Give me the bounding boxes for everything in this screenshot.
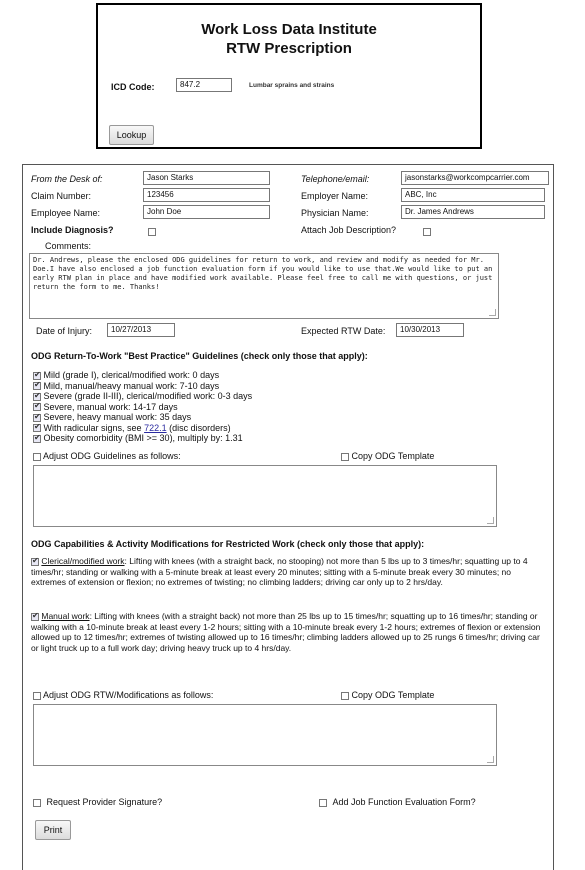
attach-job-label: Attach Job Description?: [301, 225, 397, 235]
telephone-field[interactable]: jasonstarks@workcompcarrier.com: [401, 171, 549, 185]
employer-field[interactable]: ABC, Inc: [401, 188, 545, 202]
request-signature-checkbox[interactable]: [33, 798, 41, 807]
manual-work-text: : Lifting with knees (with a straight ba…: [31, 611, 541, 653]
guideline-item[interactable]: Severe, manual work: 14-17 days: [33, 401, 178, 413]
attach-job-checkbox[interactable]: [422, 227, 431, 236]
guidelines-heading: ODG Return-To-Work "Best Practice" Guide…: [31, 351, 368, 361]
claim-number-field[interactable]: 123456: [143, 188, 270, 202]
request-signature-option[interactable]: Request Provider Signature?: [33, 797, 162, 808]
adjust-rtw-option[interactable]: Adjust ODG RTW/Modifications as follows:: [33, 690, 213, 701]
adjust-guidelines-checkbox[interactable]: [33, 452, 41, 461]
employee-label: Employee Name:: [31, 208, 101, 218]
include-diagnosis-label: Include Diagnosis?: [31, 225, 114, 235]
comments-label: Comments:: [45, 241, 92, 251]
claim-number-label: Claim Number:: [31, 191, 92, 201]
date-of-injury-field[interactable]: 10/27/2013: [107, 323, 175, 337]
comments-textarea[interactable]: Dr. Andrews, please the enclosed ODG gui…: [29, 253, 499, 319]
add-job-evaluation-checkbox[interactable]: [319, 798, 327, 807]
clerical-work-paragraph: Clerical/modified work: Lifting with kne…: [31, 556, 545, 588]
physician-field[interactable]: Dr. James Andrews: [401, 205, 545, 219]
guideline-checkbox[interactable]: [33, 433, 41, 443]
adjust-rtw-textarea[interactable]: [33, 704, 497, 766]
lookup-button[interactable]: Lookup: [109, 125, 154, 145]
header-panel: Work Loss Data Institute RTW Prescriptio…: [96, 3, 482, 149]
guideline-item-radicular[interactable]: With radicular signs, see 722.1 (disc di…: [33, 422, 231, 434]
guideline-checkbox[interactable]: [33, 380, 41, 391]
guideline-item[interactable]: Mild (grade I), clerical/modified work: …: [33, 370, 219, 381]
guideline-checkbox[interactable]: [33, 391, 41, 401]
comments-text: Dr. Andrews, please the enclosed ODG gui…: [33, 256, 493, 291]
page-subtitle: RTW Prescription: [226, 40, 352, 57]
expected-rtw-field[interactable]: 10/30/2013: [396, 323, 464, 337]
copy-template-checkbox[interactable]: [341, 452, 349, 461]
icd-description: Lumbar sprains and strains: [249, 82, 335, 89]
employee-field[interactable]: John Doe: [143, 205, 270, 219]
physician-label: Physician Name:: [301, 208, 369, 218]
rtw-form: From the Desk of: Jason Starks Telephone…: [22, 164, 554, 870]
guideline-item[interactable]: Mild, manual/heavy manual work: 7-10 day…: [33, 380, 219, 392]
capabilities-heading: ODG Capabilities & Activity Modification…: [31, 539, 425, 549]
icd-code-input[interactable]: 847.2: [176, 78, 232, 92]
date-of-injury-label: Date of Injury:: [36, 326, 93, 336]
adjust-rtw-checkbox[interactable]: [33, 691, 41, 700]
disc-disorders-link[interactable]: 722.1: [144, 423, 167, 433]
from-desk-label: From the Desk of:: [31, 174, 103, 184]
guideline-checkbox[interactable]: [33, 370, 41, 380]
manual-work-paragraph: Manual work: Lifting with knees (with a …: [31, 611, 545, 653]
guideline-item[interactable]: Severe (grade II-III), clerical/modified…: [33, 391, 252, 402]
resize-grip-icon[interactable]: [487, 756, 494, 763]
page-title: Work Loss Data Institute: [201, 21, 377, 38]
icd-code-label: ICD Code:: [111, 82, 155, 92]
employer-label: Employer Name:: [301, 191, 369, 201]
resize-grip-icon[interactable]: [489, 309, 496, 316]
guideline-item-obesity[interactable]: Obesity comorbidity (BMI >= 30), multipl…: [33, 433, 243, 444]
telephone-label: Telephone/email:: [301, 174, 370, 184]
clerical-work-checkbox[interactable]: [31, 556, 39, 566]
copy-template-option[interactable]: Copy ODG Template: [341, 451, 434, 462]
manual-work-checkbox[interactable]: [31, 611, 39, 621]
add-job-evaluation-option[interactable]: Add Job Function Evaluation Form?: [319, 797, 476, 808]
guideline-item[interactable]: Severe, heavy manual work: 35 days: [33, 412, 191, 423]
include-diagnosis-checkbox[interactable]: [148, 227, 156, 236]
copy-rtw-template-option[interactable]: Copy ODG Template: [341, 690, 434, 701]
print-button[interactable]: Print: [35, 820, 71, 840]
expected-rtw-label: Expected RTW Date:: [301, 326, 386, 336]
adjust-guidelines-option[interactable]: Adjust ODG Guidelines as follows:: [33, 451, 181, 462]
copy-rtw-template-checkbox[interactable]: [341, 691, 349, 700]
from-desk-field[interactable]: Jason Starks: [143, 171, 270, 185]
guideline-checkbox[interactable]: [33, 422, 41, 433]
resize-grip-icon[interactable]: [487, 517, 494, 524]
adjust-guidelines-textarea[interactable]: [33, 465, 497, 527]
manual-work-title: Manual work: [41, 611, 90, 621]
guideline-checkbox[interactable]: [33, 401, 41, 412]
clerical-work-title: Clerical/modified work: [41, 556, 125, 566]
guideline-checkbox[interactable]: [33, 412, 41, 422]
